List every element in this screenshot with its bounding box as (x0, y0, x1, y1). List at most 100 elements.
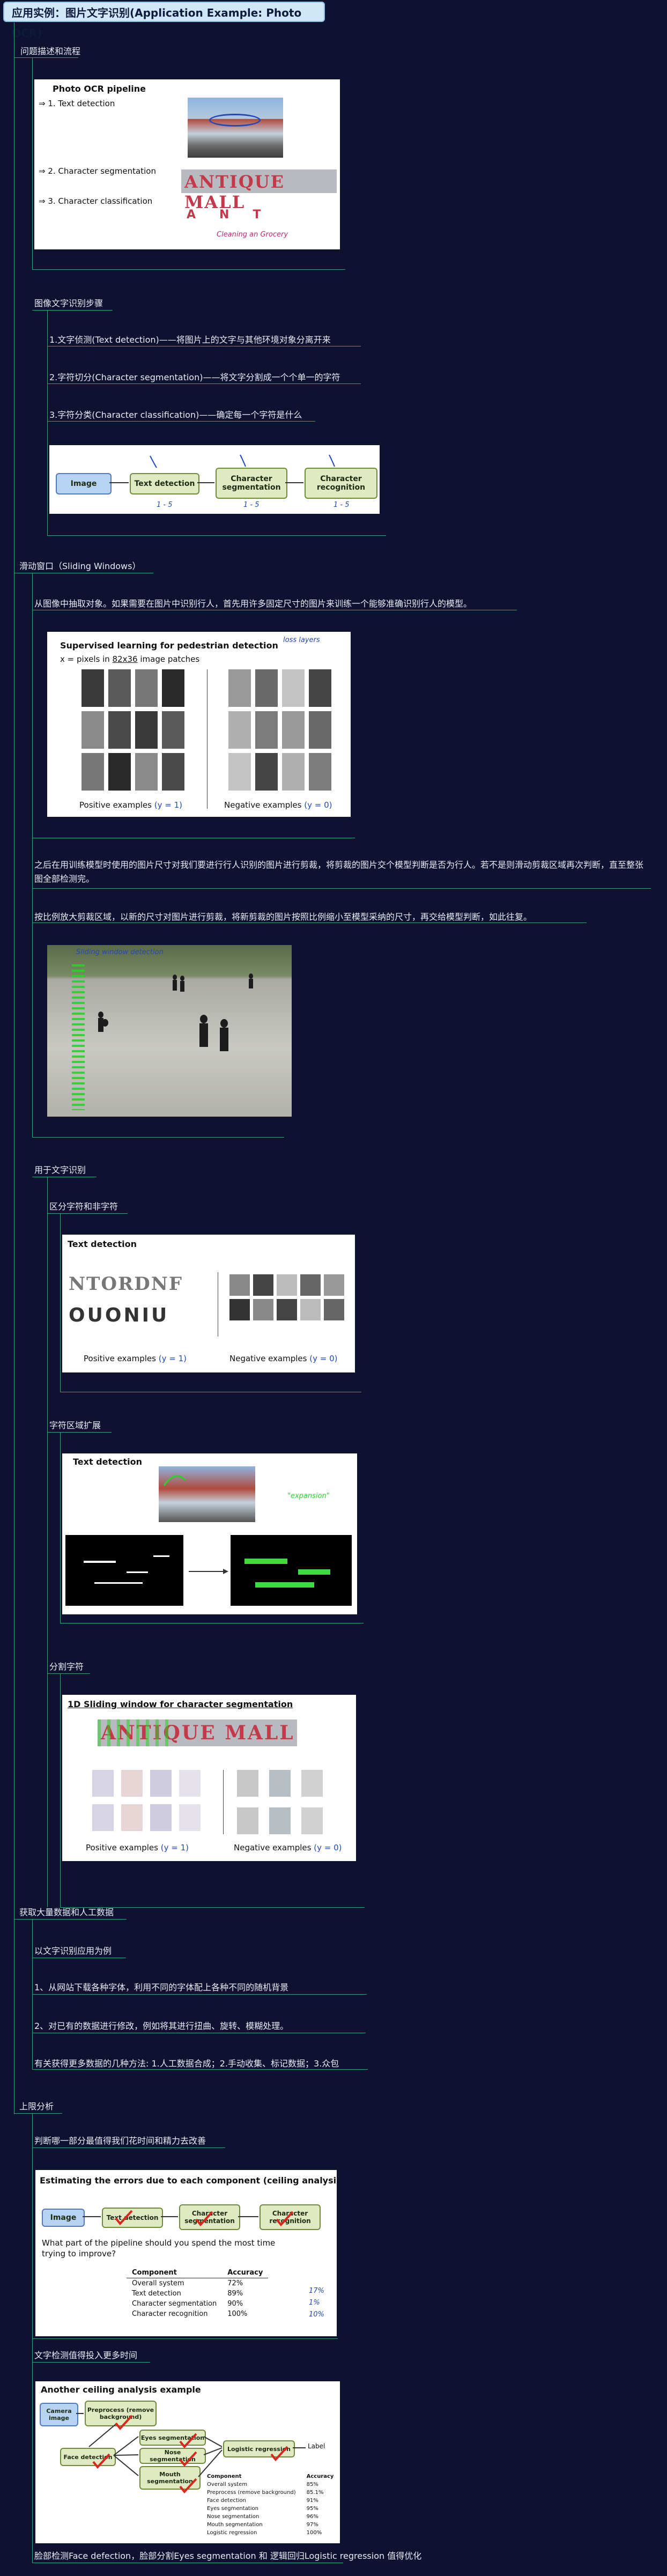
char-samples: ANT (187, 208, 285, 222)
connector (47, 1673, 90, 1674)
node-expand[interactable]: 字符区域扩展 (49, 1418, 101, 1431)
connector (47, 535, 386, 536)
node-text-recognition[interactable]: 用于文字识别 (34, 1163, 86, 1176)
image-patch (301, 1807, 323, 1834)
pipeline-flow-card: Image Text detection Character segmentat… (49, 445, 380, 514)
positive-text-bottom: OUONIU (69, 1304, 169, 1326)
positive-label: Positive examples (y = 1) (79, 800, 182, 810)
image-patch (92, 1770, 114, 1797)
accuracy-table: Component Accuracy Overall system 85% Prep… (202, 2472, 339, 2537)
data-method-2: 2、对已有的数据进行修改，例如将其进行扭曲、旋转、模糊处理。 (34, 2021, 289, 2031)
connector (32, 2113, 33, 2563)
image-patch (81, 669, 104, 707)
detection-marks (84, 1475, 330, 1588)
connector (32, 888, 651, 889)
image-patch (135, 669, 158, 707)
circle-annotation (209, 114, 261, 127)
connector (14, 2113, 62, 2114)
sign-text: ANTIQUE MALL (184, 172, 285, 212)
image-patch (228, 669, 251, 707)
positive-label: Positive examples (y = 1) (86, 1843, 189, 1852)
image-patch (300, 1274, 321, 1296)
image-patch (300, 1299, 321, 1320)
connector (32, 2147, 225, 2148)
face-ceiling-card: Another ceiling analysis example Camera … (35, 2381, 340, 2543)
image-patch (108, 669, 131, 707)
image-patch (301, 1770, 323, 1797)
node-problem[interactable]: 问题描述和流程 (20, 44, 80, 57)
image-patch (282, 711, 305, 749)
image-patch (162, 669, 184, 707)
card-title: Photo OCR pipeline (53, 84, 146, 94)
image-patch (81, 753, 104, 791)
node-sliding[interactable]: 滑动窗口（Sliding Windows） (19, 559, 140, 572)
handwritten-note: 10% (309, 2311, 324, 2319)
handwritten-note: 1% (309, 2299, 320, 2307)
node-ceiling[interactable]: 上限分析 (19, 2099, 54, 2112)
negative-label: Negative examples (y = 0) (234, 1843, 342, 1852)
table-row: Overall system 72% (132, 2279, 243, 2287)
image-patch (324, 1299, 344, 1320)
negative-patches (229, 1274, 347, 1333)
positive-label: Positive examples (y = 1) (84, 1354, 187, 1363)
image-patch (237, 1770, 258, 1797)
flow-note: 1 - 5 (157, 501, 173, 509)
handwritten-note: 17% (309, 2287, 324, 2295)
image-patch (92, 1804, 114, 1831)
face-conclusion: 脸部检测Face defection，脸部分割Eyes segmentation… (34, 2551, 422, 2561)
image-patch (237, 1807, 258, 1834)
table-row: Mouth segmentation 97% (207, 2522, 318, 2528)
connector (60, 1673, 61, 1907)
connector (32, 2069, 368, 2070)
connector (60, 1432, 61, 1623)
connector (32, 922, 587, 923)
image-patch (162, 753, 184, 791)
pipeline-item: ⇒ 2. Character segmentation (39, 166, 156, 176)
segmentation-card: 1D Sliding window for character segmenta… (62, 1695, 356, 1861)
card-title: Text detection (68, 1239, 137, 1249)
negative-label: Negative examples (y = 0) (224, 800, 332, 810)
table-row: Face detection 91% (207, 2498, 318, 2504)
sliding-window-marks (98, 1719, 171, 1746)
street-sliding-card: Sliding window detection (47, 945, 292, 1117)
table-row: Character recognition 100% (132, 2310, 248, 2318)
image-patch (255, 669, 278, 707)
connector (47, 421, 315, 422)
negative-patches (228, 669, 336, 793)
node-split[interactable]: 分割字符 (49, 1659, 84, 1672)
connector (47, 310, 48, 535)
sliding-para-2: 之后在用训练模型时使用的图片尺寸对我们要进行行人识别的图片进行剪裁，将剪裁的图片… (34, 860, 644, 884)
image-patch (179, 1804, 201, 1831)
image-patch (108, 711, 131, 749)
positive-text-top: NTORDNF (69, 1273, 183, 1295)
connector (32, 269, 345, 270)
image-patch (277, 1274, 297, 1296)
sign-image: ANTIQUE MALL (98, 1719, 297, 1746)
divider (223, 1770, 224, 1834)
table-row: Character segmentation 90% (132, 2300, 243, 2308)
step-1: 1.文字侦测(Text detection)——将图片上的文字与其他环境对象分离… (49, 335, 331, 345)
image-patch (255, 753, 278, 791)
card-title: 1D Sliding window for character segmenta… (68, 1699, 293, 1709)
step-2: 2.字符切分(Character segmentation)——将文字分割成一个… (49, 372, 340, 382)
node-data[interactable]: 获取大量数据和人工数据 (19, 1905, 114, 1918)
step-3: 3.字符分类(Character classification)——确定每一个字… (49, 410, 302, 420)
node-distinguish[interactable]: 区分字符和非字符 (49, 1199, 118, 1212)
image-patch (162, 711, 184, 749)
image-patch (229, 1299, 250, 1320)
node-steps[interactable]: 图像文字识别步骤 (34, 296, 103, 309)
ceiling-question-text: What part of the pipeline should you spe… (42, 2238, 276, 2258)
connector (32, 1994, 367, 1995)
ocr-pipeline-card: Photo OCR pipeline ⇒ 1. Text detection ⇒… (34, 79, 340, 249)
image-patch (282, 669, 305, 707)
connector (47, 1432, 112, 1433)
ceiling-analysis-card: Estimating the errors due to each compon… (35, 2170, 337, 2336)
connector (32, 1137, 284, 1138)
table-row: Text detection 89% (132, 2290, 243, 2298)
image-patch (179, 1770, 201, 1797)
negative-patches (237, 1770, 344, 1834)
flow-note: 1 - 5 (243, 501, 260, 509)
image-patch (253, 1274, 273, 1296)
accuracy-table: Component Accuracy Overall system 72% Text… (127, 2268, 269, 2319)
image-patch (309, 669, 331, 707)
